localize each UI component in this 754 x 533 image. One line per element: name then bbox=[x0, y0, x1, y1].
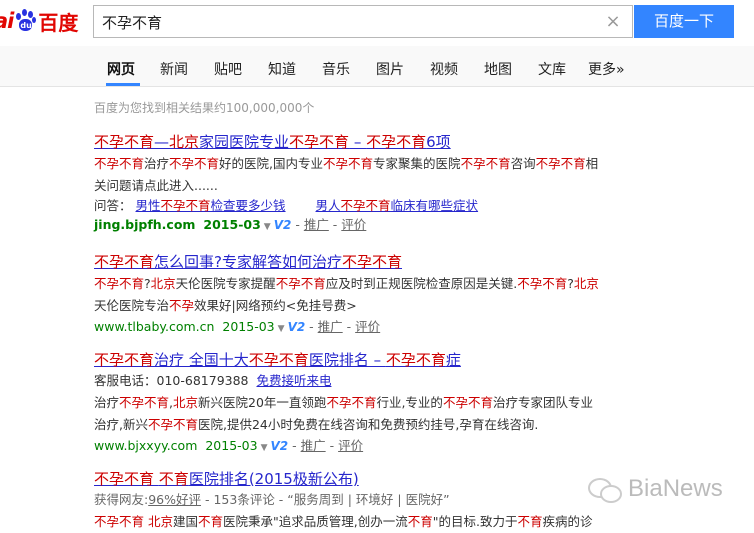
logo-paw-text: du bbox=[20, 21, 32, 30]
tab-more[interactable]: 更多» bbox=[588, 59, 625, 79]
header: ai du 百度 × 百度一下 bbox=[0, 0, 754, 46]
tab-wenku[interactable]: 文库 bbox=[538, 59, 566, 79]
chevron-down-icon: ▼ bbox=[277, 324, 285, 334]
result-1: 不孕不育—北京家园医院专业不孕不育 – 不孕不育6项 不孕不育治疗不孕不育好的医… bbox=[94, 131, 654, 237]
chevron-down-icon: ▼ bbox=[263, 222, 271, 232]
search-input[interactable] bbox=[102, 12, 602, 32]
free-call-link[interactable]: 免费接听来电 bbox=[256, 373, 331, 388]
clear-icon[interactable]: × bbox=[604, 12, 622, 32]
v2-badge-icon: V2 bbox=[287, 320, 306, 334]
result-title[interactable]: 不孕不育 不育医院排名(2015极新公布) bbox=[94, 468, 654, 489]
rating-link[interactable]: 96%好评 bbox=[148, 492, 201, 507]
result-abstract: 治疗不孕不育,北京新兴医院20年一直领跑不孕不育行业,专业的不孕不育治疗专家团队… bbox=[94, 395, 593, 432]
result-meta: 获得网友:96%好评 - 153条评论 - “服务周到 | 环境好 | 医院好” bbox=[94, 492, 450, 507]
search-box[interactable]: × bbox=[93, 5, 633, 38]
result-count: 百度为您找到相关结果约100,000,000个 bbox=[94, 101, 315, 115]
result-abstract: 不孕不育治疗不孕不育好的医院,国内专业不孕不育专家聚集的医院不孕不育咨询不孕不育… bbox=[94, 156, 599, 193]
tab-tieba[interactable]: 贴吧 bbox=[214, 59, 242, 79]
promo-link[interactable]: 推广 bbox=[318, 319, 343, 334]
promo-link[interactable]: 推广 bbox=[301, 438, 326, 453]
paw-icon: du bbox=[14, 9, 37, 33]
promo-link[interactable]: 推广 bbox=[304, 217, 329, 232]
v2-badge-icon: V2 bbox=[270, 439, 289, 453]
result-title[interactable]: 不孕不育怎么回事?专家解答如何治疗不孕不育 bbox=[94, 251, 654, 272]
sublink-1[interactable]: 男性不孕不育检查要多少钱 bbox=[136, 198, 286, 213]
v2-badge-icon: V2 bbox=[273, 218, 292, 232]
logo-text-left: ai bbox=[0, 9, 14, 33]
tab-news[interactable]: 新闻 bbox=[160, 59, 188, 79]
watermark-text: BiaNews bbox=[628, 475, 723, 502]
result-url-row: www.bjxxyy.com 2015-03 ▼ V2 - 推广 - 评价 bbox=[94, 438, 364, 453]
result-sublinks: 问答： 男性不孕不育检查要多少钱 男人不孕不育临床有哪些症状 bbox=[94, 198, 479, 213]
result-4: 不孕不育 不育医院排名(2015极新公布) 获得网友:96%好评 - 153条评… bbox=[94, 468, 654, 533]
tab-zhidao[interactable]: 知道 bbox=[268, 59, 296, 79]
result-2: 不孕不育怎么回事?专家解答如何治疗不孕不育 不孕不育?北京天伦医院专家提醒不孕不… bbox=[94, 251, 654, 339]
watermark: BiaNews bbox=[588, 475, 723, 503]
sublink-2[interactable]: 男人不孕不育临床有哪些症状 bbox=[316, 198, 479, 213]
active-tab-indicator bbox=[106, 83, 140, 86]
tab-map[interactable]: 地图 bbox=[484, 59, 512, 79]
eval-link[interactable]: 评价 bbox=[338, 438, 363, 453]
result-title[interactable]: 不孕不育治疗 全国十大不孕不育医院排名 – 不孕不育症 bbox=[94, 349, 654, 370]
result-title[interactable]: 不孕不育—北京家园医院专业不孕不育 – 不孕不育6项 bbox=[94, 131, 654, 152]
search-button[interactable]: 百度一下 bbox=[634, 5, 734, 38]
baidu-logo[interactable]: ai du 百度 bbox=[0, 6, 78, 36]
tab-music[interactable]: 音乐 bbox=[322, 59, 350, 79]
logo-text-right: 百度 bbox=[38, 10, 79, 35]
eval-link[interactable]: 评价 bbox=[355, 319, 380, 334]
result-url-row: www.tlbaby.com.cn 2015-03 ▼ V2 - 推广 - 评价 bbox=[94, 319, 381, 334]
result-abstract: 不孕不育 北京建国不育医院秉承"追求品质管理,创办一流不育"的目标.致力于不育疾… bbox=[94, 514, 593, 529]
wechat-icon bbox=[588, 476, 622, 503]
phone-row: 客服电话：010-68179388 免费接听来电 bbox=[94, 373, 332, 388]
eval-link[interactable]: 评价 bbox=[341, 217, 366, 232]
tab-video[interactable]: 视频 bbox=[430, 59, 458, 79]
chevron-down-icon: ▼ bbox=[260, 443, 268, 453]
phone-number: 010-68179388 bbox=[156, 373, 249, 388]
nav-tabs: 网页 新闻 贴吧 知道 音乐 图片 视频 地图 文库 更多» bbox=[0, 46, 754, 87]
tab-images[interactable]: 图片 bbox=[376, 59, 404, 79]
tab-web[interactable]: 网页 bbox=[107, 59, 135, 79]
result-abstract: 不孕不育?北京天伦医院专家提醒不孕不育应及时到正规医院检查原因是关键.不孕不育?… bbox=[94, 276, 599, 313]
result-url-row: jing.bjpfh.com 2015-03 ▼ V2 - 推广 - 评价 bbox=[94, 217, 367, 232]
result-3: 不孕不育治疗 全国十大不孕不育医院排名 – 不孕不育症 客服电话：010-681… bbox=[94, 349, 654, 458]
